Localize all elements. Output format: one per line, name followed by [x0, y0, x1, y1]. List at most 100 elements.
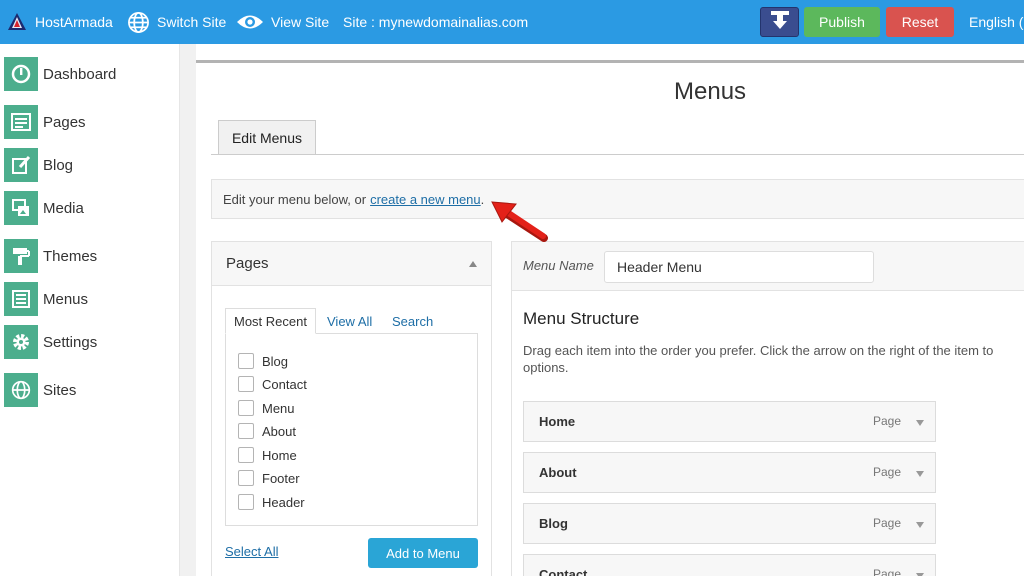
chevron-down-icon[interactable]	[916, 522, 924, 528]
sidebar-item-label: Dashboard	[43, 65, 117, 83]
sites-icon	[4, 373, 38, 407]
sidebar-item-pages[interactable]: Pages	[4, 105, 174, 139]
checkbox[interactable]	[238, 353, 254, 369]
sidebar-item-themes[interactable]: Themes	[4, 239, 174, 273]
hostarmada-logo-icon	[6, 11, 28, 33]
checkbox-label: Home	[262, 447, 297, 463]
menu-item-title: Home	[539, 414, 576, 429]
list-item[interactable]: Header	[238, 492, 305, 512]
checkbox-label: Footer	[262, 470, 300, 486]
sidebar-item-settings[interactable]: Settings	[4, 325, 174, 359]
sidebar-item-sites[interactable]: Sites	[4, 373, 174, 407]
sidebar-item-label: Pages	[43, 113, 86, 131]
themes-icon	[4, 239, 38, 273]
menu-name-label: Menu Name	[523, 258, 594, 273]
switch-site-link[interactable]: Switch Site	[127, 0, 226, 44]
reset-button[interactable]: Reset	[886, 7, 954, 37]
notice-text: Edit your menu below, or	[223, 191, 367, 207]
content-gutter	[180, 44, 196, 576]
list-item[interactable]: Footer	[238, 468, 300, 488]
download-icon	[769, 9, 791, 36]
view-site-link[interactable]: View Site	[236, 0, 329, 44]
menu-structure-panel: Menu Name Menu Structure Drag each item …	[511, 241, 1024, 576]
checkbox[interactable]	[238, 447, 254, 463]
menu-item-about[interactable]: About Page	[523, 452, 936, 493]
divider	[211, 154, 1024, 155]
list-item[interactable]: Blog	[238, 351, 288, 371]
add-to-menu-button[interactable]: Add to Menu	[368, 538, 478, 568]
sidebar-item-label: Menus	[43, 290, 89, 308]
list-item[interactable]: Menu	[238, 398, 295, 418]
menu-item-title: About	[539, 465, 577, 480]
sidebar-item-label: Themes	[43, 247, 98, 265]
menu-structure-description-cont: options.	[523, 360, 569, 375]
checkbox[interactable]	[238, 423, 254, 439]
sidebar-item-dashboard[interactable]: Dashboard	[4, 57, 174, 91]
checkbox-label: Header	[262, 494, 305, 510]
pages-panel-header[interactable]: Pages	[212, 242, 491, 286]
menu-item-type: Page	[873, 516, 902, 530]
checkbox-label: Contact	[262, 376, 307, 392]
dashboard-icon	[4, 57, 38, 91]
menu-structure-title: Menu Structure	[523, 309, 640, 328]
checkbox[interactable]	[238, 470, 254, 486]
menu-item-type: Page	[873, 414, 902, 428]
settings-icon	[4, 325, 38, 359]
eye-icon	[236, 12, 264, 32]
pages-checklist: Blog Contact Menu About Home Footer Head…	[225, 333, 478, 526]
menu-structure-description: Drag each item into the order you prefer…	[523, 343, 994, 358]
sidebar-item-label: Media	[43, 199, 84, 217]
menu-item-type: Page	[873, 567, 902, 576]
checkbox-label: Blog	[262, 353, 289, 369]
list-item[interactable]: About	[238, 421, 296, 441]
top-toolbar: HostArmada Switch Site View Site Site : …	[0, 0, 1024, 44]
checkbox-label: Menu	[262, 400, 295, 416]
brand[interactable]: HostArmada	[6, 0, 113, 44]
media-icon	[4, 191, 38, 225]
checkbox[interactable]	[238, 494, 254, 510]
tab-most-recent[interactable]: Most Recent	[225, 308, 316, 334]
pages-icon	[4, 105, 38, 139]
menu-name-header: Menu Name	[512, 242, 1024, 291]
brand-label: HostArmada	[35, 14, 113, 30]
checkbox[interactable]	[238, 376, 254, 392]
tab-edit-menus[interactable]: Edit Menus	[218, 120, 316, 155]
sidebar-item-label: Sites	[43, 381, 77, 399]
checkbox[interactable]	[238, 400, 254, 416]
pages-panel-title: Pages	[226, 255, 269, 272]
page-title: Menus	[674, 78, 747, 105]
sidebar: Dashboard Pages Blog Media Themes Menus	[0, 44, 180, 576]
sidebar-item-blog[interactable]: Blog	[4, 148, 174, 182]
sidebar-item-media[interactable]: Media	[4, 191, 174, 225]
pointer-arrow-icon	[490, 198, 552, 249]
current-site-text: Site : mynewdomainalias.com	[343, 14, 529, 30]
publish-button[interactable]: Publish	[804, 7, 880, 37]
menu-item-contact[interactable]: Contact Page	[523, 554, 936, 576]
divider	[196, 60, 1024, 63]
sidebar-item-menus[interactable]: Menus	[4, 282, 174, 316]
menu-name-input[interactable]	[604, 251, 874, 283]
chevron-down-icon[interactable]	[916, 420, 924, 426]
collapse-arrow-icon[interactable]	[469, 261, 477, 267]
create-new-menu-link[interactable]: create a new menu	[370, 192, 481, 207]
view-site-label: View Site	[271, 14, 330, 30]
menu-item-home[interactable]: Home Page	[523, 401, 936, 442]
menu-item-type: Page	[873, 465, 902, 479]
download-button[interactable]	[760, 7, 799, 37]
blog-icon	[4, 148, 38, 182]
tab-view-all[interactable]: View All	[327, 308, 372, 334]
language-selector[interactable]: English (U	[969, 0, 1024, 44]
main-content: Menus Edit Menus Edit your menu below, o…	[196, 44, 1024, 576]
select-all-link[interactable]: Select All	[225, 544, 278, 559]
sidebar-item-label: Blog	[43, 156, 74, 174]
menu-item-blog[interactable]: Blog Page	[523, 503, 936, 544]
switch-site-label: Switch Site	[157, 14, 227, 30]
pages-panel: Pages Most Recent View All Search Blog C…	[211, 241, 492, 576]
globe-icon	[127, 11, 150, 34]
list-item[interactable]: Contact	[238, 374, 307, 394]
chevron-down-icon[interactable]	[916, 471, 924, 477]
tab-search[interactable]: Search	[392, 308, 433, 334]
menu-item-title: Blog	[539, 516, 568, 531]
list-item[interactable]: Home	[238, 445, 297, 465]
notice-bar: Edit your menu below, or create a new me…	[211, 179, 1024, 219]
